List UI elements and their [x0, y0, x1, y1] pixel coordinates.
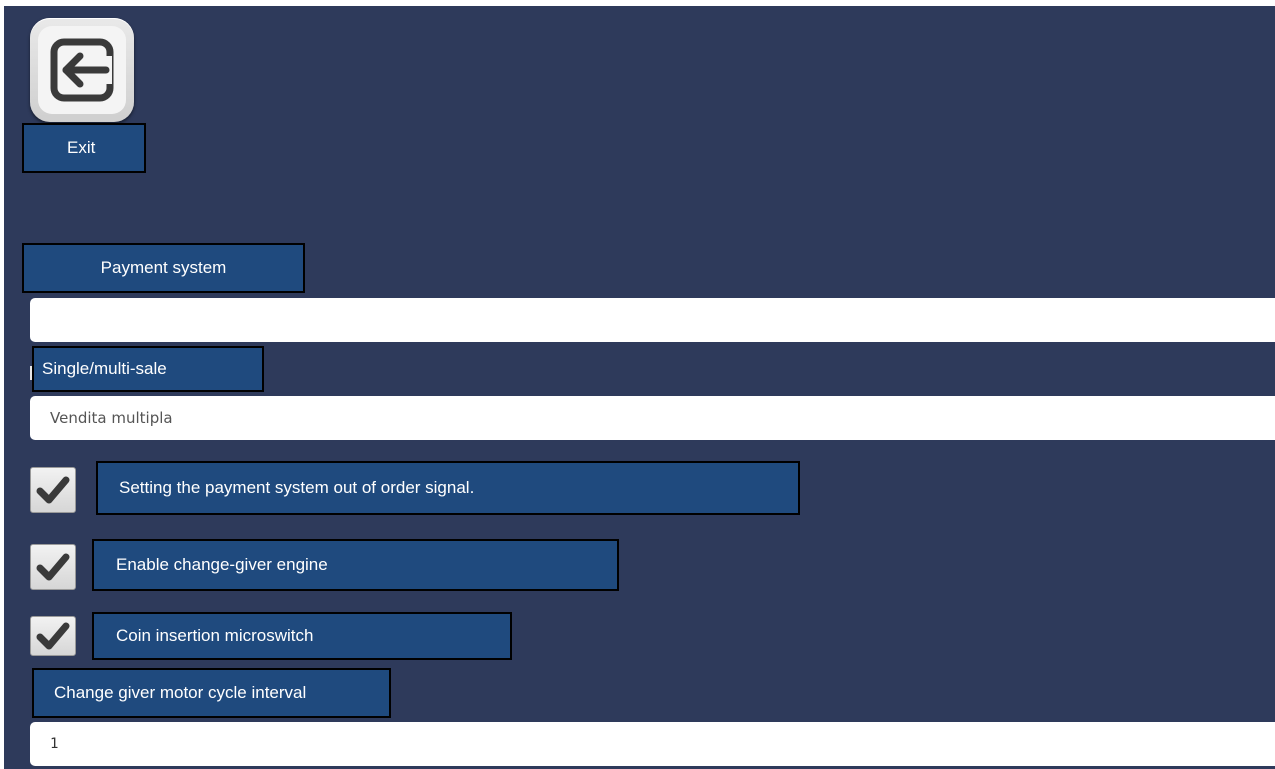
out-of-order-signal-checkbox[interactable] — [30, 467, 76, 513]
out-of-order-signal-label: Setting the payment system out of order … — [96, 461, 800, 515]
coin-microswitch-label: Coin insertion microswitch — [92, 612, 512, 660]
payment-system-field[interactable] — [30, 298, 1275, 342]
settings-screen: Exit Payment system Single/multi-sale Ve… — [4, 6, 1275, 769]
exit-button[interactable] — [30, 18, 134, 122]
motor-interval-input[interactable]: 1 — [30, 722, 1275, 766]
exit-label[interactable]: Exit — [22, 123, 146, 173]
section-title-payment-system: Payment system — [22, 243, 305, 293]
single-multi-sale-select[interactable]: Vendita multipla — [30, 396, 1275, 440]
change-giver-engine-checkbox[interactable] — [30, 544, 76, 590]
checkmark-icon — [36, 622, 70, 650]
motor-interval-label: Change giver motor cycle interval — [32, 668, 391, 718]
change-giver-engine-label: Enable change-giver engine — [92, 539, 619, 591]
checkmark-icon — [36, 553, 70, 581]
single-multi-sale-label: Single/multi-sale — [32, 346, 264, 392]
exit-icon — [38, 26, 126, 114]
checkmark-icon — [36, 476, 70, 504]
coin-microswitch-checkbox[interactable] — [30, 616, 76, 656]
